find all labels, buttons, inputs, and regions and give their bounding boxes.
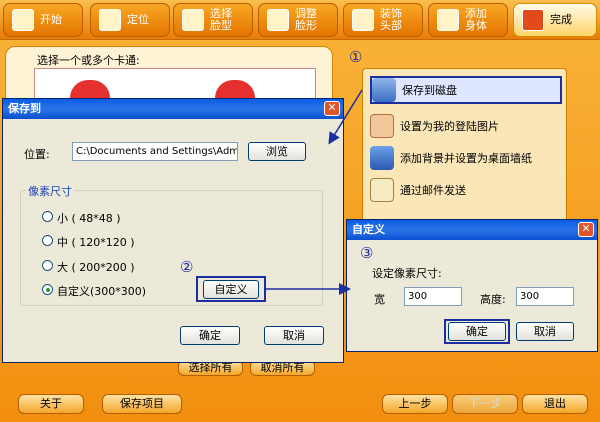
envelope-icon <box>370 178 394 202</box>
avatar-icon <box>370 114 394 138</box>
step-marker-3: ③ <box>360 244 374 262</box>
step-finish-button[interactable]: 完成 <box>513 3 597 37</box>
step-select-face-button[interactable]: 选择 脸型 <box>173 3 253 37</box>
save-ok-button[interactable]: 确定 <box>180 326 240 345</box>
exit-button[interactable]: 退出 <box>522 394 588 414</box>
next-step-button: 下一步 <box>452 394 518 414</box>
size-medium-radio[interactable] <box>42 235 53 246</box>
step-marker-2: ② <box>180 258 194 276</box>
add-body-icon <box>437 9 459 31</box>
height-label: 高度: <box>480 293 506 306</box>
step-decorate-head-button[interactable]: 装饰 头部 <box>343 3 423 37</box>
save-project-button[interactable]: 保存项目 <box>102 394 182 414</box>
custom-dialog-titlebar[interactable]: 自定义 ✕ <box>347 220 597 240</box>
size-small-label: 小 ( 48*48 ) <box>57 212 121 225</box>
wallpaper-icon <box>370 146 394 170</box>
set-pixel-size-heading: 设定像素尺寸: <box>372 267 442 280</box>
size-custom-radio[interactable] <box>42 284 53 295</box>
width-field[interactable]: 300 <box>404 287 462 306</box>
size-large-label: 大 ( 200*200 ) <box>57 261 135 274</box>
step-locate-button[interactable]: 定位 <box>90 3 170 37</box>
step-marker-1: ① <box>349 48 363 66</box>
save-dialog-titlebar[interactable]: 保存到 ✕ <box>3 99 343 119</box>
location-field[interactable]: C:\Documents and Settings\Administratc <box>72 142 238 161</box>
face-grid-icon <box>182 9 204 31</box>
step-add-body-button[interactable]: 添加 身体 <box>428 3 508 37</box>
custom-size-button[interactable]: 自定义 <box>203 280 259 299</box>
computer-icon <box>372 78 396 102</box>
browse-button[interactable]: 浏览 <box>248 142 306 161</box>
size-medium-label: 中 ( 120*120 ) <box>57 236 135 249</box>
pixel-size-group-label: 像素尺寸 <box>26 183 74 199</box>
adjust-face-icon <box>267 9 289 31</box>
about-button[interactable]: 关于 <box>18 394 84 414</box>
size-large-radio[interactable] <box>42 260 53 271</box>
prev-step-button[interactable]: 上一步 <box>382 394 448 414</box>
set-login-picture-item[interactable]: 设置为我的登陆图片 <box>370 112 560 140</box>
finish-icon <box>522 9 544 31</box>
decorate-head-icon <box>352 9 374 31</box>
set-wallpaper-item[interactable]: 添加背景并设置为桌面墙纸 <box>370 144 560 172</box>
location-label: 位置: <box>24 148 50 161</box>
start-icon <box>12 9 34 31</box>
step-start-button[interactable]: 开始 <box>3 3 83 37</box>
custom-cancel-button[interactable]: 取消 <box>516 322 574 341</box>
step-adjust-face-button[interactable]: 调整 脸形 <box>258 3 338 37</box>
wizard-toolbar: 开始 定位 选择 脸型 调整 脸形 装饰 头部 添加 身体 完成 <box>0 0 600 40</box>
custom-ok-button[interactable]: 确定 <box>448 322 506 341</box>
height-field[interactable]: 300 <box>516 287 574 306</box>
size-small-radio[interactable] <box>42 211 53 222</box>
close-icon[interactable]: ✕ <box>324 101 340 116</box>
save-cancel-button[interactable]: 取消 <box>264 326 324 345</box>
locate-icon <box>99 9 121 31</box>
save-to-disk-item[interactable]: 保存到磁盘 <box>370 76 562 104</box>
size-custom-label: 自定义(300*300) <box>57 285 147 298</box>
width-label: 宽 <box>374 293 385 306</box>
send-email-item[interactable]: 通过邮件发送 <box>370 176 560 204</box>
select-cartoon-prompt: 选择一个或多个卡通: <box>37 54 140 67</box>
close-icon[interactable]: ✕ <box>578 222 594 237</box>
